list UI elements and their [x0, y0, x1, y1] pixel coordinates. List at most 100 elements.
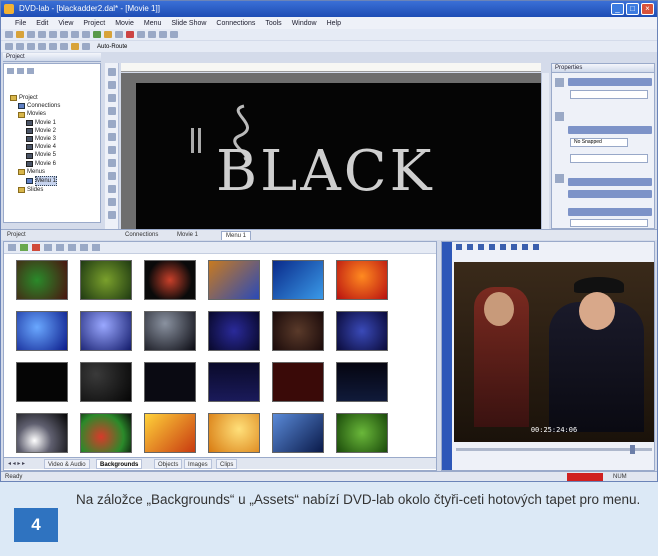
new-folder-icon[interactable] — [7, 68, 14, 74]
add-folder-icon[interactable] — [20, 244, 28, 251]
snap-icon[interactable] — [60, 43, 68, 50]
properties-icon[interactable] — [17, 68, 24, 74]
position-section-header[interactable] — [568, 190, 652, 198]
shadow-section-header[interactable] — [568, 126, 652, 134]
slider-thumb[interactable] — [630, 445, 635, 454]
tab-images[interactable]: Images — [184, 459, 212, 469]
tab-video-audio[interactable]: Video & Audio — [44, 459, 90, 469]
tab-menu-1[interactable]: Menu 1 — [221, 231, 252, 240]
route-icon[interactable] — [82, 43, 90, 50]
preview-slider[interactable] — [456, 445, 652, 454]
menu-item[interactable]: Edit — [36, 20, 48, 27]
background-thumbnail[interactable] — [16, 362, 68, 402]
tree-item[interactable]: Movie 4 — [10, 143, 60, 151]
background-thumbnail[interactable] — [336, 311, 388, 351]
tree-item[interactable]: Movie 5 — [10, 151, 60, 159]
text-tool-icon[interactable] — [107, 81, 116, 89]
thumbnail-icon[interactable] — [68, 244, 76, 251]
color-section-header[interactable] — [568, 78, 652, 86]
tree-item[interactable]: Movie 3 — [10, 135, 60, 143]
pen-tool-icon[interactable] — [107, 185, 116, 193]
mark-out-icon[interactable] — [522, 244, 528, 250]
export-icon[interactable] — [92, 244, 100, 251]
background-thumbnail[interactable] — [272, 362, 324, 402]
background-thumbnail[interactable] — [144, 362, 196, 402]
line-icon[interactable] — [107, 120, 116, 128]
copy-icon[interactable] — [49, 31, 57, 38]
background-thumbnail[interactable] — [16, 311, 68, 351]
save-icon[interactable] — [27, 31, 35, 38]
list-view-icon[interactable] — [8, 244, 16, 251]
style-dropdown[interactable] — [570, 154, 648, 163]
background-thumbnail[interactable] — [208, 260, 260, 300]
menu-item[interactable]: Slide Show — [171, 20, 206, 27]
background-thumbnail[interactable] — [208, 362, 260, 402]
tree-item[interactable]: Movie 1 — [10, 119, 60, 127]
view-icon[interactable] — [27, 68, 34, 74]
background-thumbnail[interactable] — [144, 311, 196, 351]
menu-item[interactable]: Window — [292, 20, 317, 27]
button-tool-icon[interactable] — [107, 146, 116, 154]
new-icon[interactable] — [5, 31, 13, 38]
align-center-icon[interactable] — [27, 43, 35, 50]
tab-backgrounds[interactable]: Backgrounds — [96, 459, 143, 469]
open-icon[interactable] — [16, 31, 24, 38]
background-thumbnail[interactable] — [16, 413, 68, 453]
forward-icon[interactable] — [500, 244, 506, 250]
background-thumbnail[interactable] — [80, 362, 132, 402]
menu-item[interactable]: File — [15, 20, 26, 27]
background-thumbnail[interactable] — [336, 260, 388, 300]
background-thumbnail[interactable] — [80, 260, 132, 300]
play-icon[interactable] — [456, 244, 462, 250]
eyedropper-icon[interactable] — [107, 198, 116, 206]
background-thumbnail[interactable] — [16, 260, 68, 300]
text-icon[interactable] — [115, 31, 123, 38]
tree-item[interactable]: Project — [10, 94, 60, 102]
background-thumbnail[interactable] — [272, 311, 324, 351]
stop-icon[interactable] — [467, 244, 473, 250]
grid-icon[interactable] — [137, 31, 145, 38]
background-thumbnail[interactable] — [336, 413, 388, 453]
background-thumbnail[interactable] — [80, 311, 132, 351]
undo-icon[interactable] — [71, 31, 79, 38]
close-button[interactable]: × — [641, 3, 654, 15]
color-dropdown[interactable] — [570, 90, 648, 99]
background-thumbnail[interactable] — [272, 413, 324, 453]
layer-icon[interactable] — [555, 174, 564, 183]
image-tool-icon[interactable] — [107, 133, 116, 141]
pause-icon[interactable] — [478, 244, 484, 250]
chapter-icon[interactable] — [533, 244, 539, 250]
background-thumbnail[interactable] — [208, 311, 260, 351]
maximize-button[interactable]: □ — [626, 3, 639, 15]
button-section-header[interactable] — [568, 208, 652, 216]
arrow-icon[interactable] — [5, 43, 13, 50]
zoom-tool-icon[interactable] — [107, 159, 116, 167]
menu-item[interactable]: Help — [327, 20, 341, 27]
canvas-scrollbar[interactable] — [541, 73, 549, 229]
hand-tool-icon[interactable] — [107, 172, 116, 180]
layer-section-header[interactable] — [568, 178, 652, 186]
cut-icon[interactable] — [38, 31, 46, 38]
tree-item[interactable]: Menu 1 — [10, 176, 60, 187]
background-thumbnail[interactable] — [272, 260, 324, 300]
tree-item[interactable]: Menus — [10, 168, 60, 176]
tab-scroll-arrows[interactable]: ◂ ◂ ▸ ▸ — [8, 460, 25, 467]
snap-button[interactable]: No Snapped — [570, 138, 628, 147]
add-movie-icon[interactable] — [93, 31, 101, 38]
align-left-icon[interactable] — [16, 43, 24, 50]
delete-icon[interactable] — [32, 244, 40, 251]
ellipse-icon[interactable] — [107, 107, 116, 115]
menu-item[interactable]: Connections — [216, 20, 255, 27]
rectangle-icon[interactable] — [107, 94, 116, 102]
tree-item[interactable]: Slides — [10, 186, 60, 194]
background-thumbnail[interactable] — [208, 413, 260, 453]
paste-icon[interactable] — [60, 31, 68, 38]
align-right-icon[interactable] — [38, 43, 46, 50]
pointer-icon[interactable] — [107, 68, 116, 76]
stop-icon[interactable] — [126, 31, 134, 38]
menu-item[interactable]: Movie — [115, 20, 134, 27]
link-icon[interactable] — [71, 43, 79, 50]
menu-item[interactable]: Menu — [144, 20, 162, 27]
rewind-icon[interactable] — [489, 244, 495, 250]
background-thumbnail[interactable] — [80, 413, 132, 453]
